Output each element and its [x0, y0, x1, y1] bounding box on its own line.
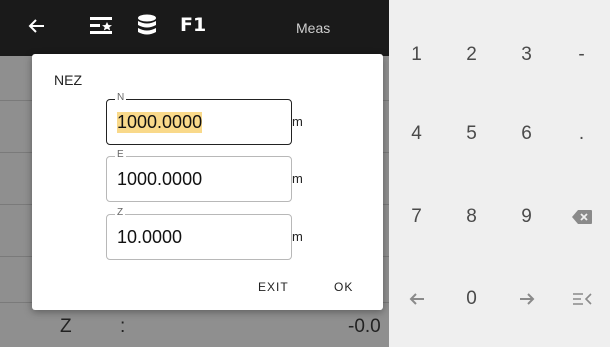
key-4[interactable]: 4	[389, 106, 444, 162]
e-field-label: E	[115, 149, 126, 160]
z-field-value[interactable]: 10.0000	[117, 227, 182, 248]
key-1[interactable]: 1	[389, 27, 444, 83]
key-9[interactable]: 9	[499, 189, 554, 245]
key-3[interactable]: 3	[499, 27, 554, 83]
n-field-label: N	[115, 92, 127, 103]
z-field[interactable]: Z 10.0000	[106, 207, 292, 260]
dialog-title: NEZ	[54, 72, 82, 88]
key-7[interactable]: 7	[389, 189, 444, 245]
database-icon[interactable]	[136, 13, 158, 39]
z-label: Z	[60, 316, 72, 337]
key-2[interactable]: 2	[444, 27, 499, 83]
top-bar: F1 Meas	[0, 0, 389, 56]
list-star-icon[interactable]	[88, 14, 116, 38]
z-colon: :	[120, 316, 126, 337]
exit-button[interactable]: EXIT	[258, 280, 289, 294]
e-field[interactable]: E 1000.0000	[106, 149, 292, 202]
key-left[interactable]	[389, 271, 444, 327]
back-arrow-icon[interactable]	[26, 12, 48, 40]
left-arrow-icon	[409, 293, 424, 305]
key-8[interactable]: 8	[444, 189, 499, 245]
backspace-icon	[571, 210, 592, 224]
key-6[interactable]: 6	[499, 106, 554, 162]
mode-label: Meas	[296, 20, 331, 36]
right-arrow-icon	[519, 293, 534, 305]
e-field-value[interactable]: 1000.0000	[117, 169, 202, 190]
f1-label[interactable]: F1	[180, 14, 206, 36]
nez-dialog: NEZ N 1000.0000 m E 1000.0000 m Z 10.000…	[32, 54, 383, 310]
z-value: -0.0	[348, 316, 381, 337]
key-right[interactable]	[499, 271, 554, 327]
ok-button[interactable]: OK	[334, 280, 353, 294]
key-collapse[interactable]	[554, 271, 609, 327]
key-dot[interactable]: .	[554, 106, 609, 162]
z-unit: m	[292, 229, 303, 244]
app-screen: F1 Meas Z : -0.0 NEZ N 1000.0000 m E 100…	[0, 0, 389, 347]
n-unit: m	[292, 114, 303, 129]
z-field-label: Z	[115, 207, 126, 218]
key-backspace[interactable]	[554, 189, 609, 245]
key-minus[interactable]: -	[554, 27, 609, 83]
numeric-keypad: 1 2 3 - 4 5 6 . 7 8 9 0	[389, 0, 610, 347]
n-field-value[interactable]: 1000.0000	[117, 112, 203, 133]
collapse-keyboard-icon	[572, 293, 592, 305]
key-5[interactable]: 5	[444, 106, 499, 162]
n-field[interactable]: N 1000.0000	[106, 92, 292, 145]
e-unit: m	[292, 171, 303, 186]
key-0[interactable]: 0	[444, 271, 499, 327]
